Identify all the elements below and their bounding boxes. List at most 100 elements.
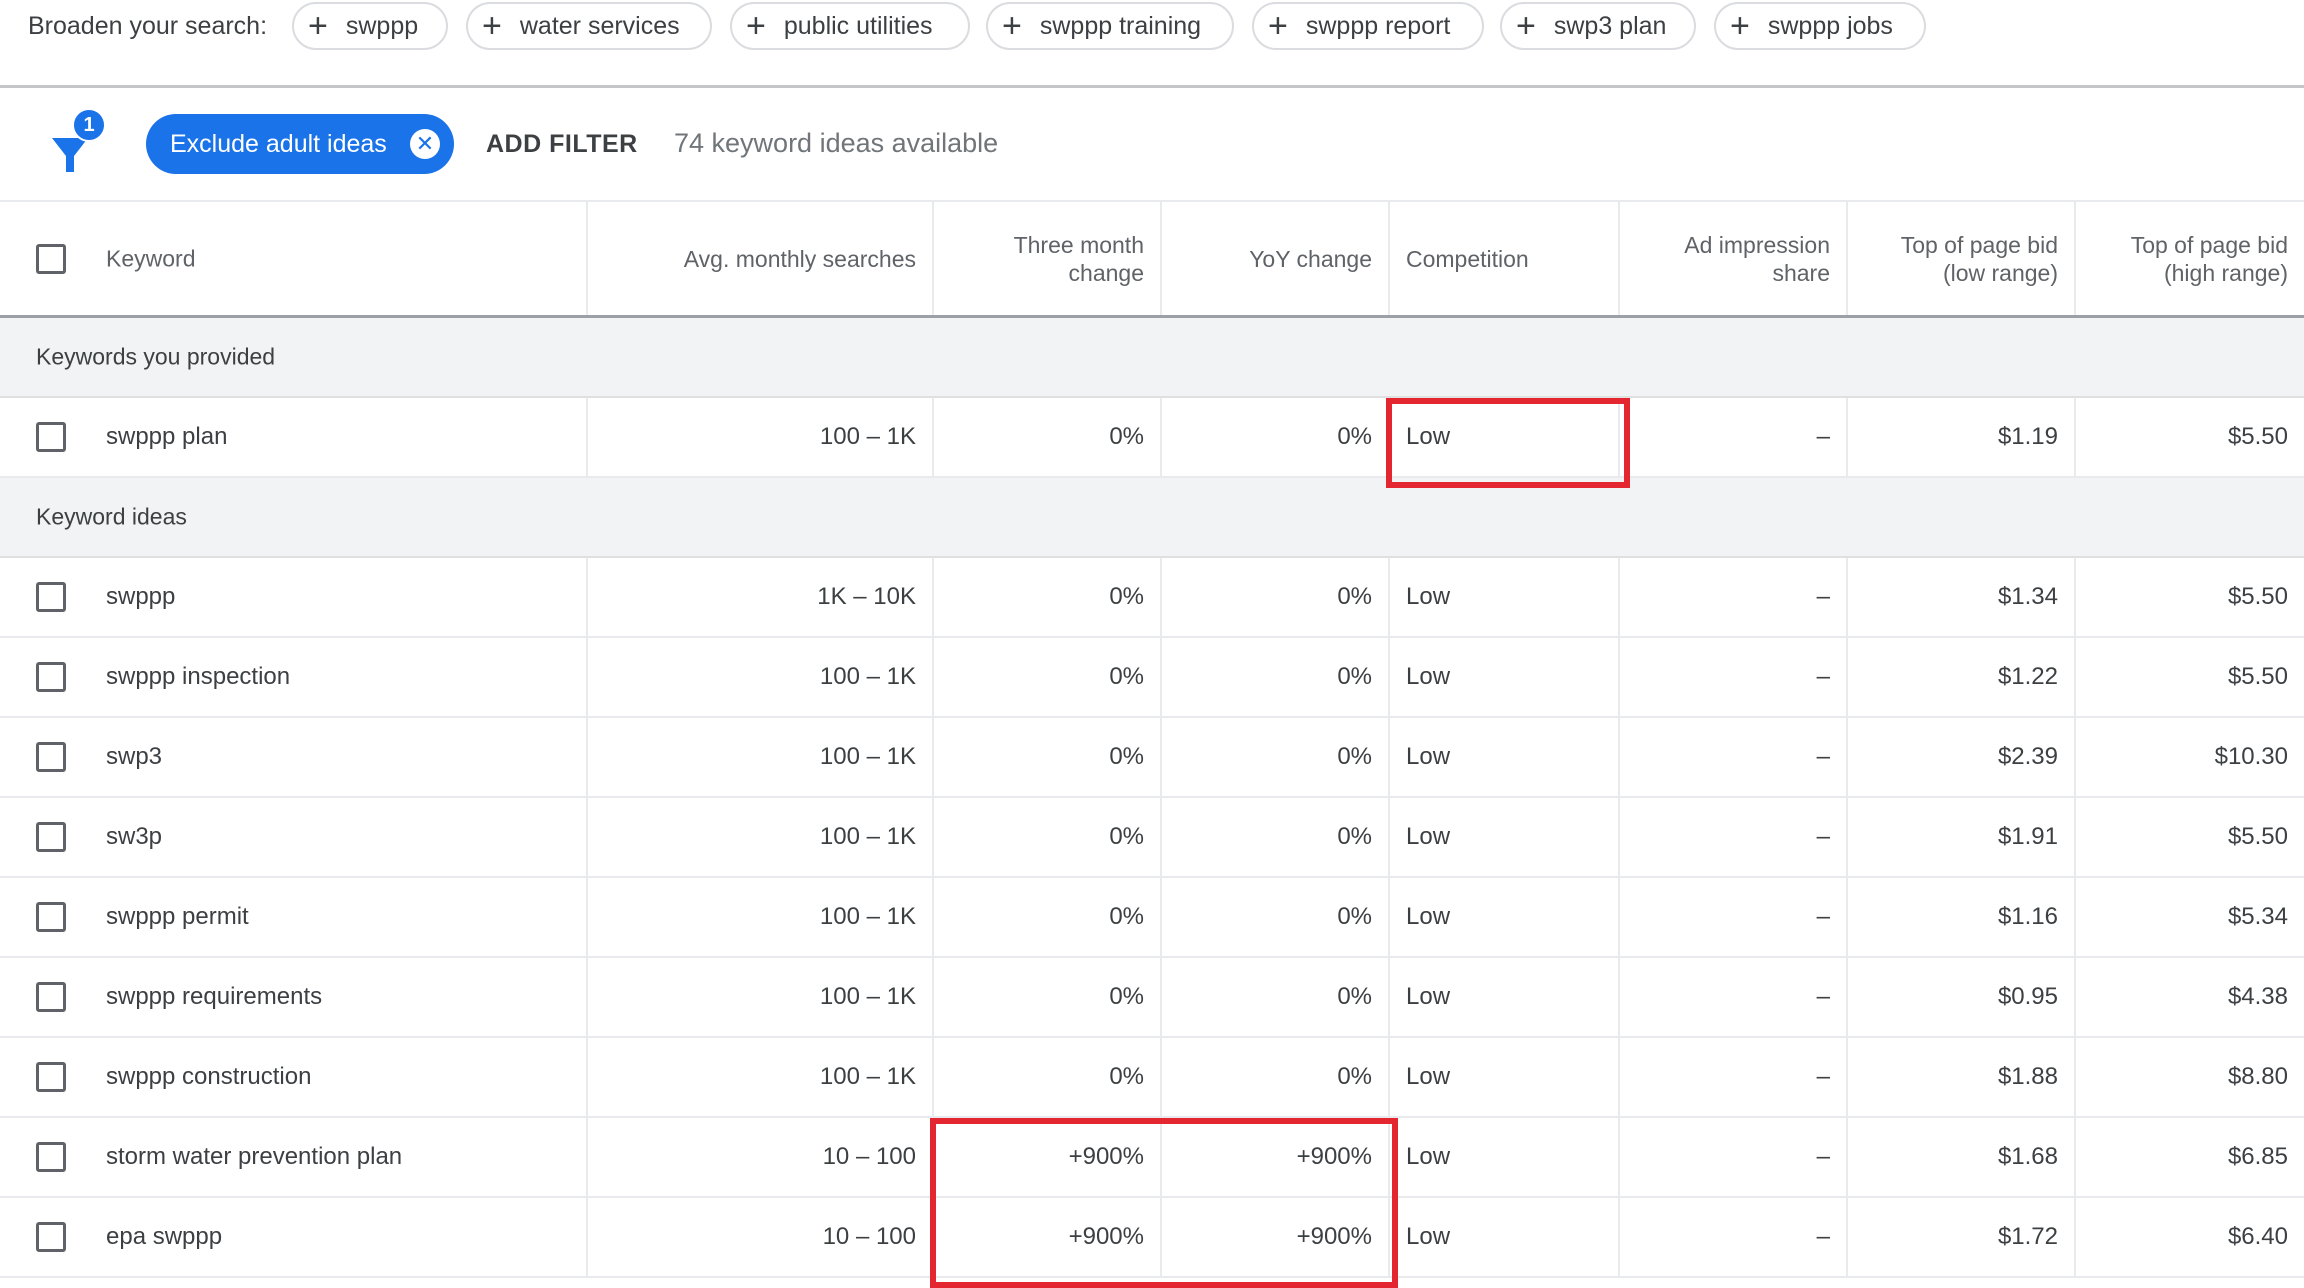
cell-three-month: +900% <box>932 1198 1160 1276</box>
bid-low-value: $0.95 <box>1997 983 2058 1010</box>
header-label: Three month change <box>1013 231 1144 286</box>
chip-label: public utilities <box>783 11 933 40</box>
yoy-value: 0% <box>1337 983 1372 1010</box>
broaden-chip-swppp-training[interactable]: + swppp training <box>986 2 1234 50</box>
bid-high-value: $5.50 <box>2227 823 2288 850</box>
cell-impression: – <box>1618 718 1846 796</box>
cell-yoy: 0% <box>1160 798 1388 876</box>
row-checkbox[interactable] <box>36 422 66 452</box>
cell-bid-high: $5.50 <box>2074 398 2304 476</box>
exclude-adult-ideas-filter[interactable]: Exclude adult ideas ✕ <box>146 114 454 174</box>
keyword-text: swppp inspection <box>106 663 291 690</box>
three-month-value: +900% <box>1068 1143 1144 1170</box>
header-top-bid-low[interactable]: Top of page bid (low range) <box>1846 202 2074 315</box>
cell-yoy: 0% <box>1160 558 1388 636</box>
competition-value: Low <box>1406 583 1451 610</box>
impression-value: – <box>1816 1063 1830 1090</box>
yoy-value: 0% <box>1337 1063 1372 1090</box>
cell-competition: Low <box>1388 1038 1618 1116</box>
cell-competition: Low <box>1388 398 1618 476</box>
broaden-chip-swp3-plan[interactable]: + swp3 plan <box>1500 2 1696 50</box>
cell-bid-low: $1.91 <box>1846 798 2074 876</box>
broaden-chip-water-services[interactable]: + water services <box>466 2 712 50</box>
bid-high-value: $5.50 <box>2227 423 2288 450</box>
bid-high-value: $4.38 <box>2227 983 2288 1010</box>
cell-bid-low: $0.95 <box>1846 958 2074 1036</box>
table-row[interactable]: swppp plan 100 – 1K 0% 0% Low – $1.19 $5.50 <box>0 398 2304 478</box>
header-three-month-change[interactable]: Three month change <box>932 202 1160 315</box>
table-row[interactable]: swppp 1K – 10K 0% 0% Low – $1.34 $5.50 <box>0 558 2304 638</box>
close-icon[interactable]: ✕ <box>410 129 440 159</box>
bid-high-value: $6.40 <box>2227 1223 2288 1250</box>
broaden-chip-swppp-jobs[interactable]: + swppp jobs <box>1714 2 1926 50</box>
table-row[interactable]: swppp inspection 100 – 1K 0% 0% Low – $1.22 $5.… <box>0 638 2304 718</box>
table-row[interactable]: storm water prevention plan 10 – 100 +900%… <box>0 1118 2304 1198</box>
table-row[interactable]: swp3 100 – 1K 0% 0% Low – $2.39 $10.30 <box>0 718 2304 798</box>
row-checkbox[interactable] <box>36 1222 66 1252</box>
filter-pill-label: Exclude adult ideas <box>170 129 387 158</box>
cell-keyword: swppp permit <box>0 878 586 956</box>
header-ad-impression-share[interactable]: Ad impression share <box>1618 202 1846 315</box>
chip-label: swp3 plan <box>1553 11 1667 40</box>
cell-bid-low: $1.34 <box>1846 558 2074 636</box>
cell-bid-high: $6.40 <box>2074 1198 2304 1276</box>
impression-value: – <box>1816 823 1830 850</box>
bid-low-value: $1.68 <box>1997 1143 2058 1170</box>
plus-icon: + <box>1268 7 1288 45</box>
row-checkbox[interactable] <box>36 1142 66 1172</box>
row-checkbox[interactable] <box>36 902 66 932</box>
table-row[interactable]: epa swppp 10 – 100 +900% +900% Low – $1.72 $6.4… <box>0 1198 2304 1278</box>
cell-impression: – <box>1618 1038 1846 1116</box>
header-avg-monthly-searches[interactable]: Avg. monthly searches <box>586 202 932 315</box>
cell-keyword: sw3p <box>0 798 586 876</box>
cell-bid-low: $1.19 <box>1846 398 2074 476</box>
cell-competition: Low <box>1388 958 1618 1036</box>
cell-yoy: +900% <box>1160 1198 1388 1276</box>
keyword-text: sw3p <box>106 823 163 850</box>
cell-impression: – <box>1618 958 1846 1036</box>
searches-value: 100 – 1K <box>819 743 916 770</box>
header-yoy-change[interactable]: YoY change <box>1160 202 1388 315</box>
bid-high-value: $10.30 <box>2214 743 2288 770</box>
keyword-text: swp3 <box>106 743 163 770</box>
row-checkbox[interactable] <box>36 982 66 1012</box>
broaden-chip-public-utilities[interactable]: + public utilities <box>730 2 970 50</box>
bid-low-value: $1.91 <box>1997 823 2058 850</box>
add-filter-button[interactable]: ADD FILTER <box>486 130 638 159</box>
cell-yoy: 0% <box>1160 958 1388 1036</box>
table-row[interactable]: sw3p 100 – 1K 0% 0% Low – $1.91 $5.50 <box>0 798 2304 878</box>
filter-count-badge: 1 <box>72 108 106 142</box>
yoy-value: 0% <box>1337 663 1372 690</box>
header-keyword-label: Keyword <box>106 245 196 271</box>
yoy-value: 0% <box>1337 583 1372 610</box>
table-row[interactable]: swppp construction 100 – 1K 0% 0% Low – $1.88 $… <box>0 1038 2304 1118</box>
cell-yoy: 0% <box>1160 718 1388 796</box>
searches-value: 1K – 10K <box>817 583 916 610</box>
header-keyword[interactable]: Keyword <box>0 202 586 315</box>
cell-searches: 100 – 1K <box>586 878 932 956</box>
cell-bid-high: $10.30 <box>2074 718 2304 796</box>
table-row[interactable]: swppp permit 100 – 1K 0% 0% Low – $1.16 $5.34 <box>0 878 2304 958</box>
yoy-value: 0% <box>1337 823 1372 850</box>
broaden-chip-swppp-report[interactable]: + swppp report <box>1252 2 1484 50</box>
plus-icon: + <box>1730 7 1750 45</box>
cell-keyword: swppp construction <box>0 1038 586 1116</box>
cell-bid-low: $1.22 <box>1846 638 2074 716</box>
cell-keyword: swppp plan <box>0 398 586 476</box>
row-checkbox[interactable] <box>36 822 66 852</box>
select-all-checkbox[interactable] <box>36 243 66 274</box>
three-month-value: +900% <box>1068 1223 1144 1250</box>
header-competition[interactable]: Competition <box>1388 202 1618 315</box>
section-keywords-provided: Keywords you provided <box>0 318 2304 398</box>
row-checkbox[interactable] <box>36 582 66 612</box>
cell-keyword: epa swppp <box>0 1198 586 1276</box>
row-checkbox[interactable] <box>36 742 66 772</box>
plus-icon: + <box>1002 7 1022 45</box>
header-top-bid-high[interactable]: Top of page bid (high range) <box>2074 202 2304 315</box>
table-row[interactable]: swppp requirements 100 – 1K 0% 0% Low – $0.95 $… <box>0 958 2304 1038</box>
chip-label: swppp jobs <box>1767 11 1893 40</box>
row-checkbox[interactable] <box>36 1062 66 1092</box>
row-checkbox[interactable] <box>36 662 66 692</box>
broaden-chip-swppp[interactable]: + swppp <box>292 2 448 50</box>
cell-yoy: 0% <box>1160 878 1388 956</box>
